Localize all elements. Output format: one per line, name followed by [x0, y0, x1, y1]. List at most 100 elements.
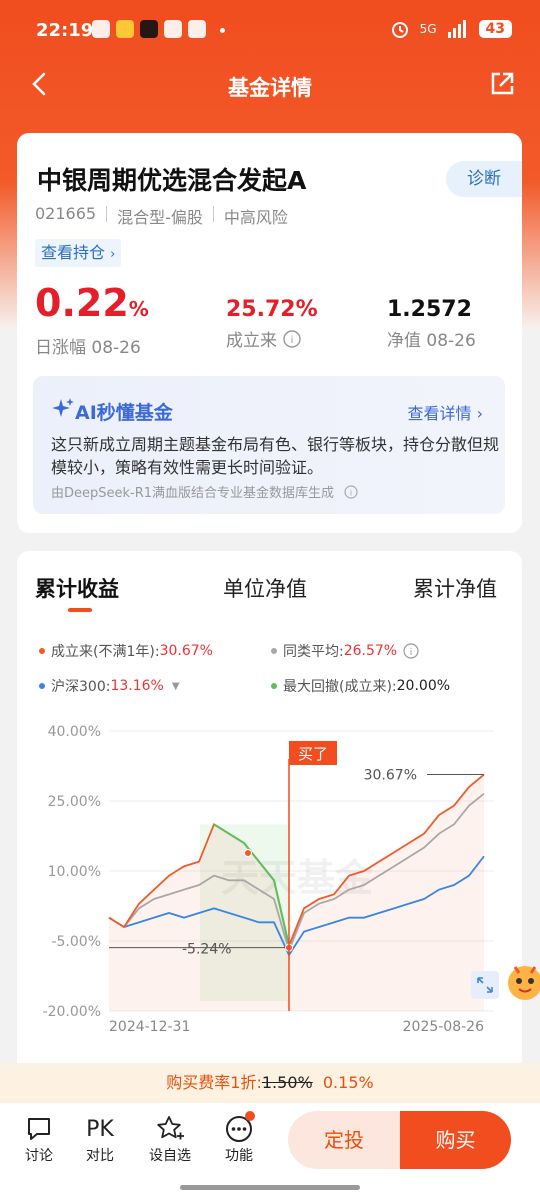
- svg-text:i: i: [410, 648, 413, 658]
- tab-underline: [68, 608, 92, 612]
- svg-text:i: i: [350, 489, 352, 498]
- watchlist-label: 设自选: [149, 1148, 191, 1164]
- fee-new: 0.15%: [322, 1073, 374, 1092]
- fund-name: 中银周期优选混合发起A: [37, 166, 307, 195]
- return-chart[interactable]: 40.00%25.00%10.00%-5.00%-20.00%天天基金30.67…: [17, 711, 522, 1051]
- chat-icon: [28, 1118, 50, 1140]
- tab-cumulative-return[interactable]: 累计收益: [35, 573, 119, 603]
- features-label: 功能: [225, 1148, 253, 1164]
- legend-fund-label: 成立来(不满1年):: [51, 644, 160, 660]
- info-icon[interactable]: i: [344, 485, 358, 499]
- ai-footer: 由DeepSeek-R1满血版结合专业基金数据库生成 i: [51, 482, 358, 501]
- notification-icons: [92, 20, 206, 38]
- view-holdings-label: 查看持仓: [41, 243, 106, 262]
- status-bar: 22:19 5G 43: [0, 0, 540, 60]
- legend-hs300-value: 13.16%: [110, 678, 164, 694]
- compare-button[interactable]: PK 对比: [75, 1113, 125, 1165]
- nav-value: 1.2572: [387, 297, 472, 322]
- network-label: 5G: [419, 22, 437, 36]
- fund-risk: 中高风险: [223, 208, 288, 227]
- day-change-stat: 0.22% 日涨幅 08-26: [35, 283, 149, 358]
- mascot-icon[interactable]: [505, 955, 540, 1005]
- low-value-label: -5.24%: [182, 942, 232, 958]
- tab-unit-nav[interactable]: 单位净值: [223, 573, 307, 603]
- x-end-label: 2025-08-26: [403, 1019, 484, 1035]
- tiktok-icon: [140, 20, 158, 38]
- nav-label: 净值 08-26: [387, 331, 476, 351]
- fund-type: 混合型-偏股: [117, 208, 203, 227]
- auto-invest-button[interactable]: 定投: [288, 1111, 400, 1169]
- legend-dot: [39, 648, 45, 654]
- legend-dot: [271, 683, 277, 689]
- divider: [212, 206, 214, 222]
- more-notifications-dot: [220, 28, 225, 33]
- day-change-value: 0.22: [35, 281, 129, 325]
- ai-footer-text: 由DeepSeek-R1满血版结合专业基金数据库生成: [51, 486, 335, 501]
- discuss-button[interactable]: 讨论: [14, 1113, 64, 1165]
- legend-dd-label: 最大回撤(成立来):: [283, 679, 397, 695]
- buy-button[interactable]: 购买: [400, 1111, 511, 1169]
- home-indicator: [180, 1185, 360, 1190]
- legend-dot: [271, 648, 277, 654]
- add-watchlist-button[interactable]: 设自选: [145, 1113, 195, 1165]
- sparkle-icon: [52, 398, 74, 417]
- diagnose-button[interactable]: 诊断: [446, 161, 522, 197]
- legend-dot: [39, 683, 45, 689]
- day-change-label: 日涨幅 08-26: [35, 338, 141, 358]
- fee-banner: 购买费率1折:1.50% 0.15%: [0, 1063, 540, 1103]
- fund-code: 021665: [35, 204, 97, 223]
- y-tick-label: -20.00%: [43, 1004, 101, 1020]
- chart-tabs: 累计收益 单位净值 累计净值: [17, 573, 522, 613]
- nav-stat: 1.2572 净值 08-26: [387, 297, 476, 351]
- star-plus-icon: [157, 1116, 184, 1140]
- weibo-icon: [164, 20, 182, 38]
- app-notification-icon: [92, 20, 110, 38]
- signal-icon: [447, 20, 466, 38]
- view-holdings-button[interactable]: 查看持仓 ›: [35, 239, 122, 267]
- performance-card: 累计收益 单位净值 累计净值 成立来(不满1年): 30.67% 同类平均: 26.…: [17, 551, 522, 1111]
- ai-title: AI秒懂基金: [75, 402, 173, 424]
- features-button[interactable]: 功能: [214, 1111, 264, 1165]
- y-tick-label: 25.00%: [48, 794, 101, 810]
- ai-detail-link[interactable]: 查看详情 ›: [407, 400, 483, 424]
- pk-icon: PK: [86, 1116, 114, 1142]
- meituan-icon: [116, 20, 134, 38]
- legend-avg-label: 同类平均:: [283, 644, 344, 660]
- tab-cumulative-nav[interactable]: 累计净值: [413, 573, 497, 603]
- battery-indicator: 43: [478, 20, 512, 38]
- app-icon: [188, 20, 206, 38]
- page-title: 基金详情: [228, 76, 312, 100]
- day-change-unit: %: [128, 297, 149, 321]
- y-tick-label: 40.00%: [48, 724, 101, 740]
- notification-dot: [245, 1111, 255, 1121]
- info-icon[interactable]: i: [403, 643, 419, 659]
- fee-prefix: 购买费率1折:: [166, 1073, 262, 1092]
- max-value-label: 30.67%: [364, 768, 417, 784]
- legend-hs300-label: 沪深300:: [51, 679, 111, 695]
- fund-meta: 021665 混合型-偏股 中高风险: [35, 204, 288, 228]
- legend-avg-value: 26.57%: [343, 643, 398, 659]
- x-start-label: 2024-12-31: [109, 1019, 190, 1035]
- info-icon[interactable]: i: [283, 329, 301, 348]
- nav-bar: 基金详情: [0, 60, 540, 110]
- legend-drawdown: 最大回撤(成立来): 20.00%: [271, 676, 450, 696]
- divider: [106, 206, 108, 222]
- status-time: 22:19: [36, 20, 94, 41]
- legend-dd-value: 20.00%: [396, 678, 451, 694]
- y-tick-label: -5.00%: [51, 934, 101, 950]
- dropdown-icon[interactable]: ▼: [172, 681, 180, 692]
- discuss-label: 讨论: [25, 1148, 53, 1164]
- chevron-right-icon: ›: [476, 404, 483, 423]
- ai-detail-label: 查看详情: [407, 404, 472, 423]
- ai-summary-box[interactable]: AI秒懂基金 查看详情 › 这只新成立周期主题基金布局有色、银行等板块，持仓分散…: [33, 376, 505, 514]
- legend-average: 同类平均: 26.57% i: [271, 641, 419, 661]
- share-icon[interactable]: [488, 70, 516, 98]
- expand-icon[interactable]: [471, 971, 499, 999]
- legend-hs300[interactable]: 沪深300: 13.16% ▼: [39, 676, 180, 696]
- ai-summary-text: 这只新成立周期主题基金布局有色、银行等板块，持仓分散但规模较小，策略有效性需更长…: [51, 435, 500, 477]
- since-inception-value: 25.72%: [226, 297, 318, 322]
- svg-text:i: i: [291, 335, 294, 346]
- since-inception-label: 成立来: [226, 331, 277, 351]
- compare-label: 对比: [86, 1148, 114, 1164]
- buy-marker-label: 买了: [298, 745, 328, 763]
